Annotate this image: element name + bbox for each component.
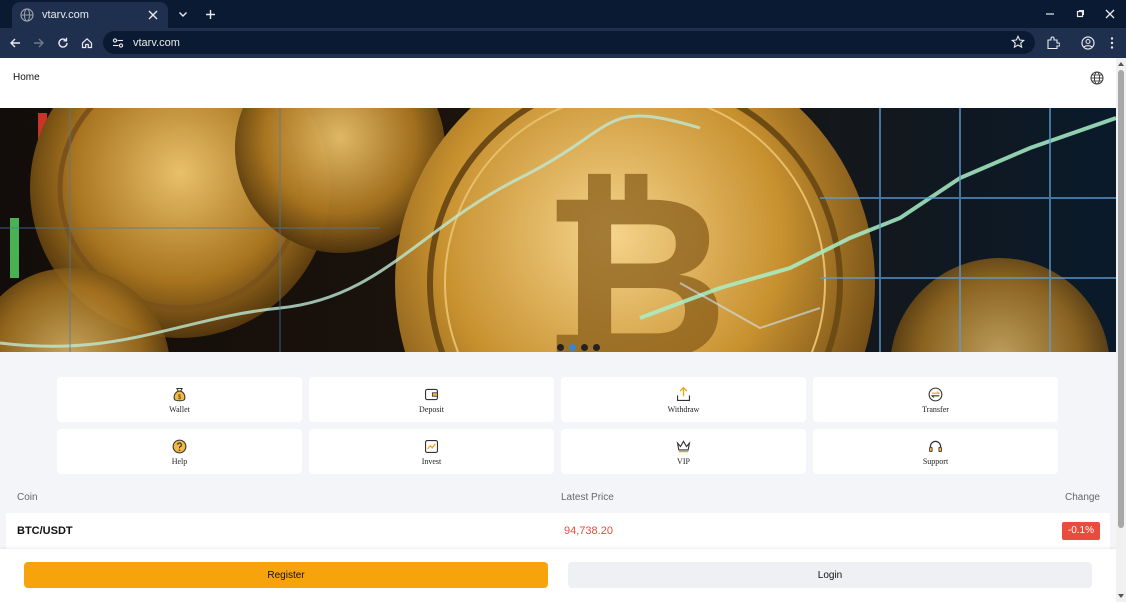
menu-vip[interactable]: VIP	[561, 429, 806, 474]
menu-label: Invest	[421, 456, 442, 466]
menu-deposit[interactable]: Deposit	[309, 377, 554, 422]
site-settings-icon[interactable]	[111, 36, 125, 50]
menu-invest[interactable]: Invest	[309, 429, 554, 474]
scroll-up-icon[interactable]	[1117, 60, 1125, 68]
menu-transfer[interactable]: Transfer	[813, 377, 1058, 422]
menu-label: VIP	[677, 456, 690, 466]
minimize-icon[interactable]	[1042, 6, 1058, 22]
tab-search-chevron-down-icon[interactable]	[175, 6, 191, 22]
change-badge: -0.1%	[1061, 522, 1100, 540]
menu-support[interactable]: Support	[813, 429, 1058, 474]
carousel-dot[interactable]	[556, 344, 564, 351]
menu-label: Transfer	[922, 404, 949, 414]
menu-wallet[interactable]: $ Wallet	[57, 377, 302, 422]
browser-tab-strip: vtarv.com	[0, 0, 1126, 28]
market-table-header: Coin Latest Price Change	[6, 483, 1110, 513]
home-link[interactable]: Home	[13, 72, 40, 83]
tab-title: vtarv.com	[42, 9, 89, 21]
crown-icon	[676, 439, 691, 452]
market-row[interactable]: BTC/USDT 94,738.20 -0.1%	[6, 513, 1110, 549]
column-header-change: Change	[1064, 492, 1100, 503]
menu-label: Wallet	[169, 404, 190, 414]
transfer-circle-icon	[928, 387, 943, 401]
upload-tray-icon	[676, 386, 691, 401]
carousel-indicators	[0, 344, 1116, 352]
coin-price: 94,738.20	[564, 525, 613, 537]
register-button[interactable]: Register	[24, 562, 548, 588]
money-bag-icon: $	[173, 387, 186, 401]
headset-icon	[929, 440, 942, 452]
new-tab-plus-icon[interactable]	[202, 6, 218, 22]
menu-label: Help	[171, 456, 188, 466]
svg-text:₿: ₿	[541, 150, 728, 352]
chart-square-icon	[424, 439, 439, 453]
close-window-icon[interactable]	[1102, 6, 1118, 22]
feature-menu: $ Wallet Deposit Withdraw Transfer Help …	[57, 377, 1059, 474]
globe-favicon-icon	[20, 8, 34, 22]
carousel-dot[interactable]	[580, 344, 588, 351]
login-button[interactable]: Login	[568, 562, 1092, 588]
back-arrow-icon[interactable]	[7, 35, 23, 51]
bookmark-star-icon[interactable]	[1011, 34, 1025, 49]
banner-carousel[interactable]: ₿	[0, 108, 1116, 352]
menu-help[interactable]: Help	[57, 429, 302, 474]
reload-icon[interactable]	[55, 35, 71, 51]
menu-label: Deposit	[419, 404, 444, 414]
column-header-latest-price: Latest Price	[561, 492, 614, 503]
menu-label: Withdraw	[667, 404, 700, 414]
home-icon[interactable]	[79, 35, 95, 51]
wallet-icon	[424, 388, 439, 400]
bitcoin-banner-image: ₿	[0, 108, 1116, 352]
carousel-dot[interactable]	[568, 344, 576, 351]
page-viewport: Home ₿ $ Wallet Deposit Withdraw Transfe…	[0, 58, 1116, 602]
carousel-dot[interactable]	[592, 344, 600, 351]
address-bar[interactable]: vtarv.com	[103, 31, 1035, 54]
auth-footer: Register Login	[0, 549, 1116, 602]
close-tab-icon[interactable]	[146, 8, 160, 22]
column-header-coin: Coin	[17, 492, 38, 503]
browser-tab[interactable]: vtarv.com	[12, 2, 168, 28]
menu-label: Support	[922, 456, 949, 466]
extensions-puzzle-icon[interactable]	[1045, 35, 1061, 51]
scroll-down-icon[interactable]	[1117, 592, 1125, 600]
browser-toolbar: vtarv.com	[0, 28, 1126, 58]
menu-kebab-icon[interactable]	[1104, 35, 1120, 51]
url-text: vtarv.com	[133, 36, 180, 49]
scrollbar-thumb[interactable]	[1118, 70, 1124, 528]
page-header: Home	[0, 58, 1116, 108]
menu-withdraw[interactable]: Withdraw	[561, 377, 806, 422]
language-globe-icon[interactable]	[1090, 71, 1104, 85]
question-circle-icon	[172, 439, 187, 453]
profile-icon[interactable]	[1080, 35, 1096, 51]
page-scrollbar[interactable]	[1116, 58, 1126, 602]
forward-arrow-icon[interactable]	[31, 35, 47, 51]
coin-pair: BTC/USDT	[17, 525, 73, 537]
restore-icon[interactable]	[1072, 6, 1088, 22]
